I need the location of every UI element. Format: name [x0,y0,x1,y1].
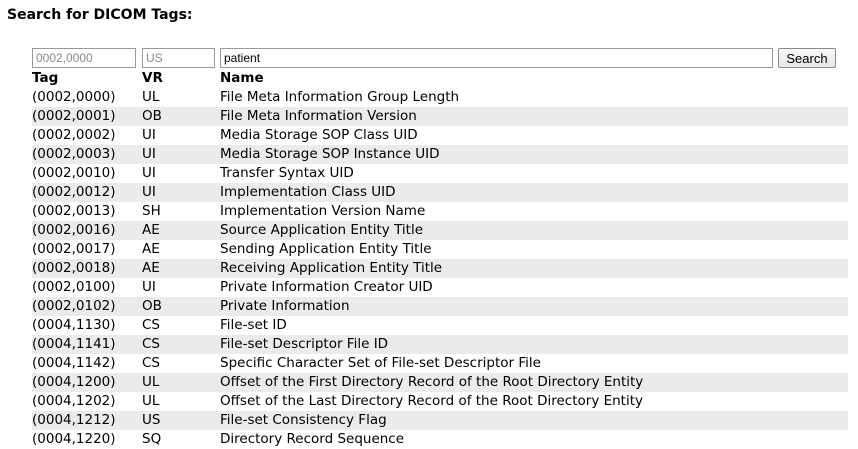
table-header-row: Tag VR Name [32,69,848,88]
tag-search-input[interactable] [32,48,136,68]
table-row: (0004,1220) SQ Directory Record Sequence [32,430,848,449]
name-cell: Specific Character Set of File-set Descr… [220,355,541,371]
tag-cell: (0004,1202) [32,393,116,409]
name-cell: Sending Application Entity Title [220,241,432,257]
tag-cell: (0002,0012) [32,184,116,200]
table-row: (0002,0012) UI Implementation Class UID [32,183,848,202]
tag-cell: (0002,0016) [32,222,116,238]
table-row: (0002,0010) UI Transfer Syntax UID [32,164,848,183]
vr-cell: AE [142,241,160,257]
vr-cell: UL [142,374,160,390]
vr-cell: UI [142,184,156,200]
name-cell: Private Information [220,298,350,314]
name-cell: Implementation Version Name [220,203,426,219]
header-vr: VR [142,70,163,86]
table-row: (0004,1202) UL Offset of the Last Director… [32,392,848,411]
vr-search-input[interactable] [142,48,215,68]
table-row: (0004,1200) UL Offset of the First Directo… [32,373,848,392]
name-cell: Media Storage SOP Instance UID [220,146,440,162]
page-title: Search for DICOM Tags: [7,7,193,23]
table-row: (0002,0016) AE Source Application Entity T… [32,221,848,240]
vr-cell: UI [142,146,156,162]
table-row: (0002,0003) UI Media Storage SOP Instance … [32,145,848,164]
vr-cell: AE [142,260,160,276]
tag-cell: (0002,0018) [32,260,116,276]
search-form: Search [32,48,836,68]
search-button[interactable]: Search [778,48,836,68]
name-cell: File Meta Information Group Length [220,89,460,105]
table-row: (0002,0000) UL File Meta Information Group… [32,88,848,107]
table-row: (0002,0013) SH Implementation Version Name [32,202,848,221]
table-row: (0002,0001) OB File Meta Information Versi… [32,107,848,126]
table-row: (0002,0017) AE Sending Application Entity … [32,240,848,259]
header-tag: Tag [32,70,59,86]
table-row: (0002,0100) UI Private Information Creator… [32,278,848,297]
table-row: (0002,0002) UI Media Storage SOP Class UID [32,126,848,145]
name-cell: File Meta Information Version [220,108,417,124]
tag-cell: (0004,1142) [32,355,116,371]
vr-cell: CS [142,336,160,352]
name-cell: Private Information Creator UID [220,279,433,295]
name-cell: Offset of the First Directory Record of … [220,374,644,390]
vr-cell: OB [142,108,162,124]
tag-cell: (0002,0002) [32,127,116,143]
tag-cell: (0002,0100) [32,279,116,295]
name-cell: Offset of the Last Directory Record of t… [220,393,644,409]
name-cell: Receiving Application Entity Title [220,260,443,276]
vr-cell: UI [142,279,156,295]
table-row: (0004,1141) CS File-set Descriptor File ID [32,335,848,354]
table-row: (0002,0102) OB Private Information [32,297,848,316]
tag-cell: (0002,0001) [32,108,116,124]
name-cell: File-set ID [220,317,287,333]
tag-cell: (0002,0003) [32,146,116,162]
vr-cell: SQ [142,431,162,447]
vr-cell: UI [142,127,156,143]
vr-cell: SH [142,203,161,219]
tag-cell: (0002,0013) [32,203,116,219]
name-cell: Directory Record Sequence [220,431,405,447]
table-row: (0004,1142) CS Specific Character Set of F… [32,354,848,373]
tag-cell: (0004,1130) [32,317,116,333]
vr-cell: CS [142,355,160,371]
vr-cell: UL [142,89,160,105]
name-cell: Transfer Syntax UID [220,165,354,181]
name-cell: Source Application Entity Title [220,222,424,238]
vr-cell: US [142,412,161,428]
tag-cell: (0002,0000) [32,89,116,105]
table-row: (0004,1212) US File-set Consistency Flag [32,411,848,430]
tag-cell: (0004,1200) [32,374,116,390]
header-name: Name [220,70,264,86]
vr-cell: CS [142,317,160,333]
vr-cell: UI [142,165,156,181]
name-cell: Media Storage SOP Class UID [220,127,418,143]
name-cell: Implementation Class UID [220,184,396,200]
tag-cell: (0002,0010) [32,165,116,181]
name-cell: File-set Consistency Flag [220,412,387,428]
tag-cell: (0002,0102) [32,298,116,314]
tag-cell: (0004,1141) [32,336,116,352]
table-row: (0004,1130) CS File-set ID [32,316,848,335]
name-search-input[interactable] [220,48,773,68]
results-table: Tag VR Name (0002,0000) UL File Meta Infor… [32,69,848,449]
tag-cell: (0004,1212) [32,412,116,428]
tag-cell: (0002,0017) [32,241,116,257]
tag-cell: (0004,1220) [32,431,116,447]
vr-cell: AE [142,222,160,238]
table-row: (0002,0018) AE Receiving Application Entit… [32,259,848,278]
vr-cell: UL [142,393,160,409]
vr-cell: OB [142,298,162,314]
name-cell: File-set Descriptor File ID [220,336,389,352]
